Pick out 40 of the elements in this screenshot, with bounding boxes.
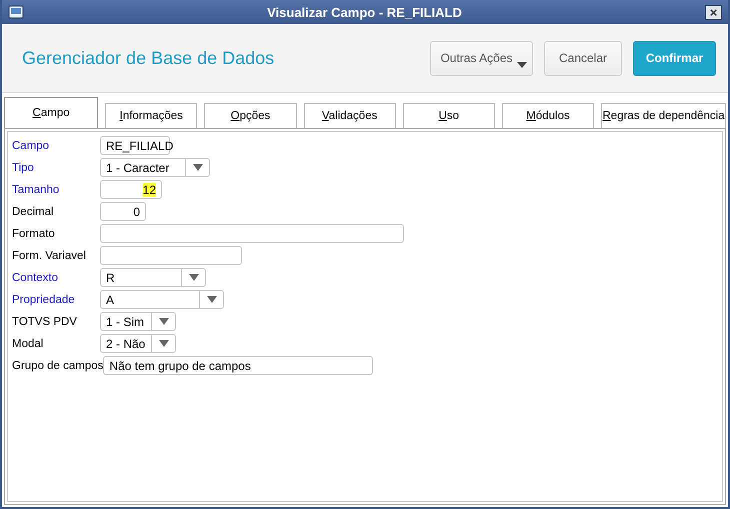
field-label: Contexto xyxy=(12,272,60,284)
field-label: Grupo de campos xyxy=(12,360,104,372)
tab[interactable]: Informações xyxy=(105,103,198,128)
tab[interactable]: Módulos xyxy=(502,103,594,128)
app-title: Gerenciador de Base de Dados xyxy=(22,48,276,68)
field-label: Tipo xyxy=(12,162,35,174)
tab[interactable]: Regras de dependência xyxy=(601,103,726,128)
close-button[interactable]: × xyxy=(705,4,722,20)
tab[interactable]: Campo xyxy=(4,97,98,128)
field-label: Campo xyxy=(12,140,50,152)
window-title: Visualizar Campo - RE_FILIALD xyxy=(266,4,463,20)
dropdown-arrow-icon xyxy=(188,274,198,281)
field-label: TOTVS PDV xyxy=(12,316,78,328)
dropdown-arrow-icon xyxy=(158,340,168,347)
field-label: Propriedade xyxy=(12,294,76,306)
dropdown[interactable]: 1 - Sim xyxy=(100,312,176,331)
dropdown[interactable]: 1 - Caracter xyxy=(100,158,210,177)
field-label: Formato xyxy=(12,228,56,240)
dropdown-arrow-icon xyxy=(206,296,216,303)
dropdown-arrow-icon xyxy=(158,318,168,325)
caret-icon xyxy=(517,62,527,68)
tab[interactable]: Opções xyxy=(204,103,297,128)
cancel-button[interactable]: Cancelar xyxy=(544,40,622,76)
dropdown[interactable]: A xyxy=(100,290,224,309)
field-label: Tamanho xyxy=(12,184,60,196)
dropdown[interactable]: R xyxy=(100,268,206,287)
input-field[interactable] xyxy=(100,224,404,243)
input-field[interactable]: 0 xyxy=(100,202,146,221)
dropdown[interactable]: 2 - Não xyxy=(100,334,176,353)
dropdown-arrow-icon xyxy=(192,164,202,171)
field-label: Form. Variavel xyxy=(12,250,87,262)
tab[interactable]: Uso xyxy=(402,103,495,128)
field-label: Decimal xyxy=(12,206,55,218)
field-label: Modal xyxy=(12,338,44,350)
more-actions-button[interactable]: Outras Ações xyxy=(430,40,533,76)
tab[interactable]: Validações xyxy=(304,103,396,128)
input-field[interactable] xyxy=(100,246,242,265)
input-field[interactable]: Não tem grupo de campos xyxy=(103,356,374,375)
input-field[interactable]: 12 xyxy=(100,180,162,199)
window-icon xyxy=(8,5,24,19)
